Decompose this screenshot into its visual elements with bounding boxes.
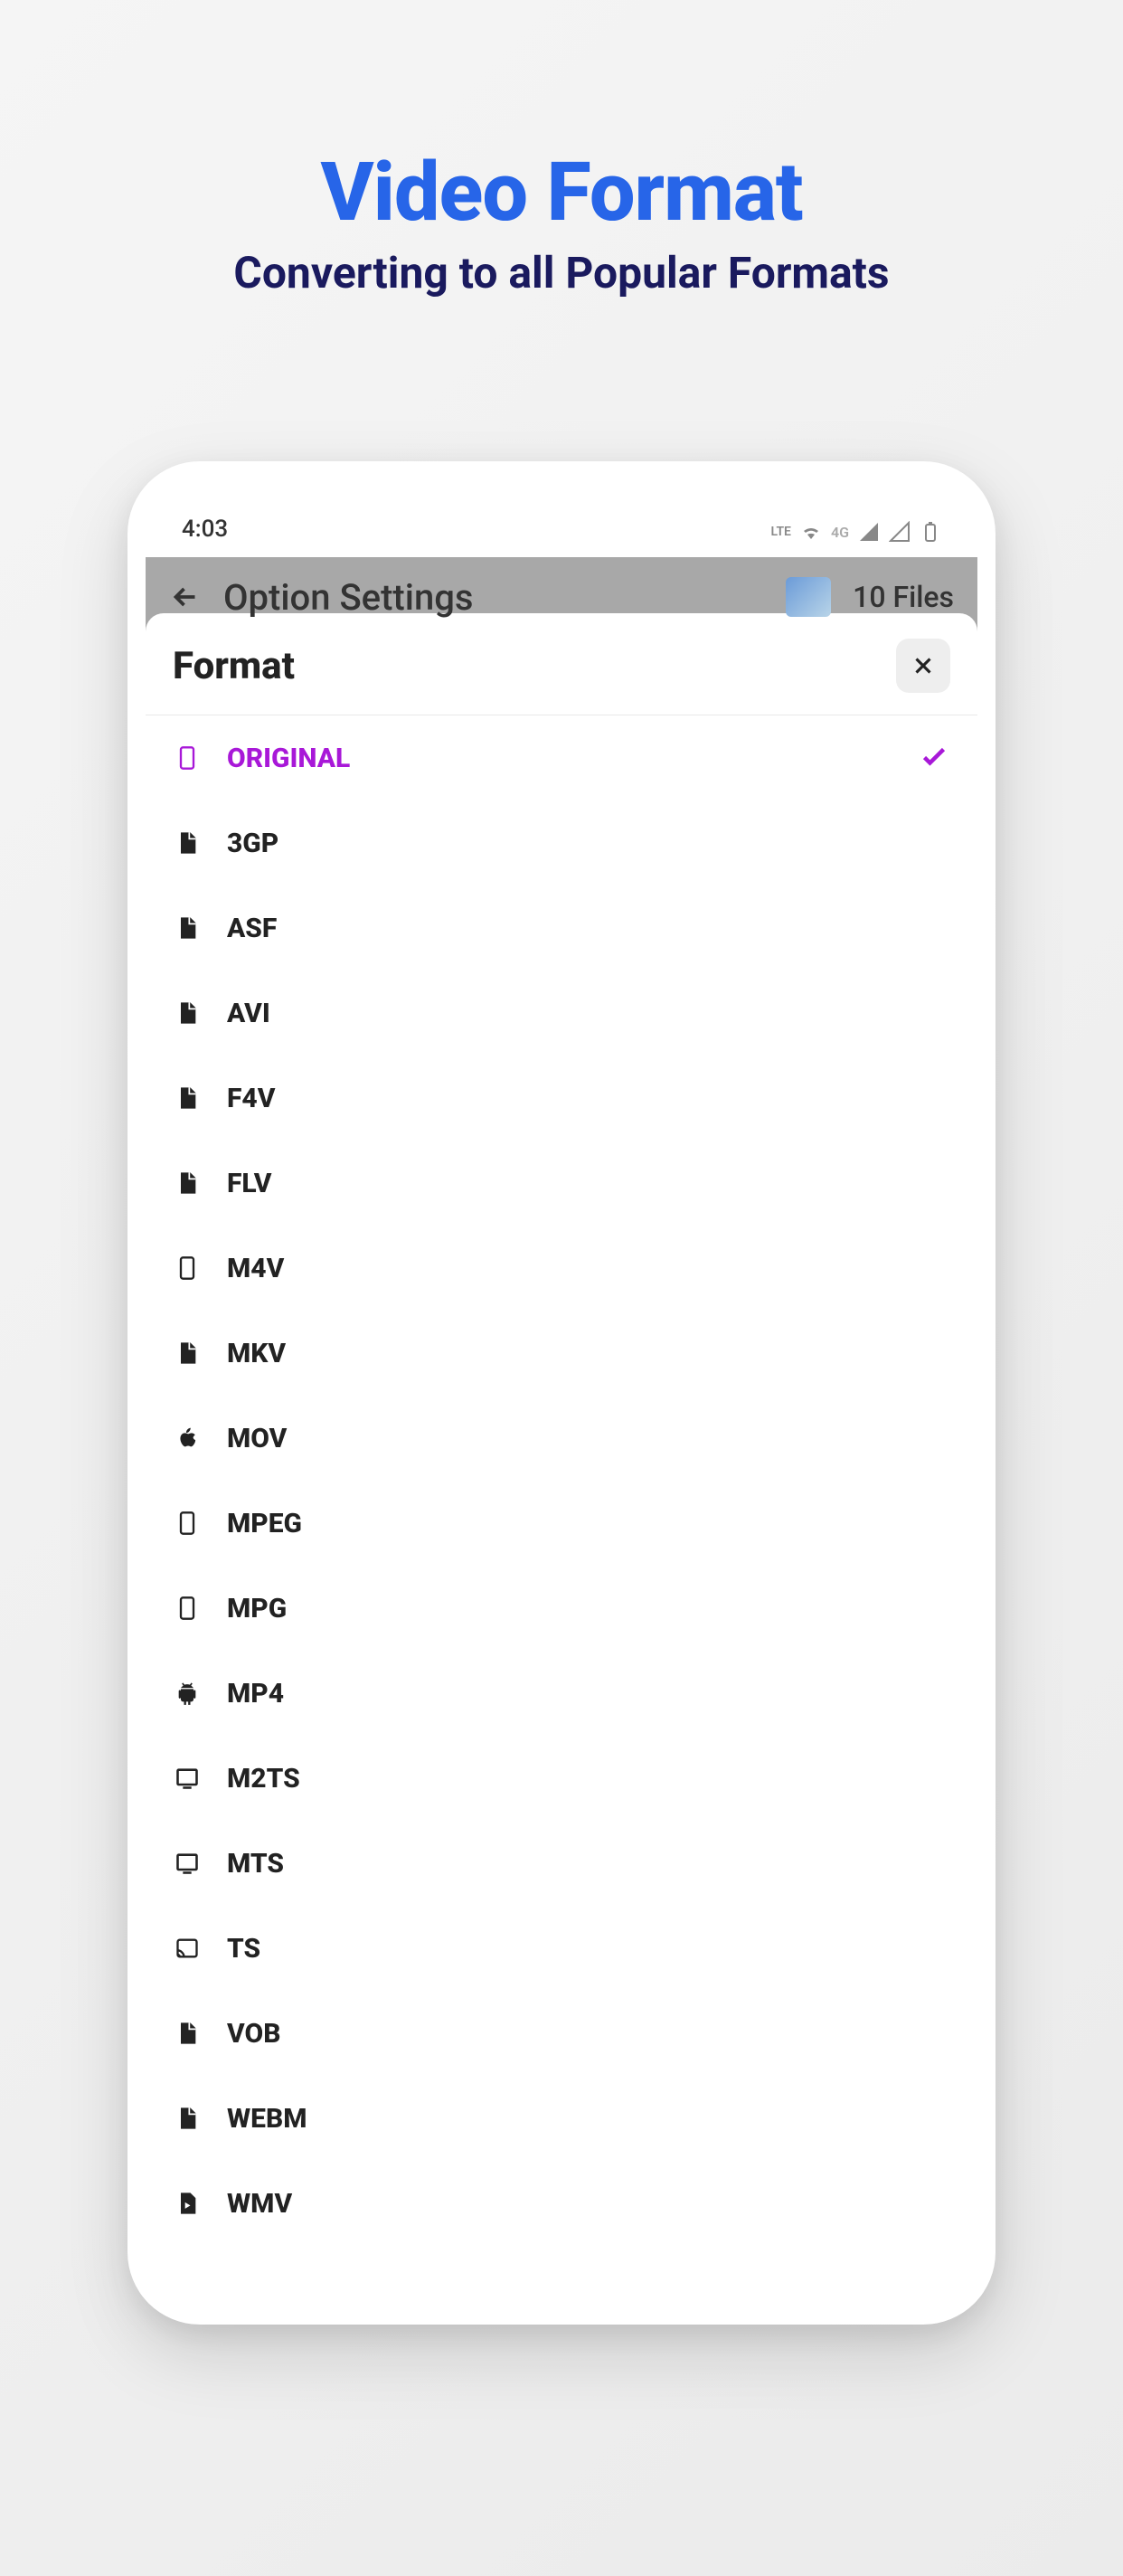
format-item-f4v[interactable]: F4V xyxy=(173,1056,950,1141)
file-vob-icon xyxy=(173,2019,202,2048)
file-f4v-icon xyxy=(173,1084,202,1113)
format-label: AVI xyxy=(227,998,950,1029)
phone-frame: 4:03 LTE 4G Option Settings 10 Files For… xyxy=(127,461,996,2325)
format-sheet: Format ORIGINAL 3GP ASF AVI F4V FLV M4V MKV MOV M… xyxy=(146,613,977,2306)
file-asf-icon xyxy=(173,914,202,942)
file-mkv-icon xyxy=(173,1339,202,1368)
status-bar: 4:03 LTE 4G xyxy=(146,496,977,546)
format-item-m2ts[interactable]: M2TS xyxy=(173,1736,950,1821)
format-label: ORIGINAL xyxy=(227,743,892,774)
lte-icon: LTE xyxy=(771,525,791,539)
format-item-mov[interactable]: MOV xyxy=(173,1396,950,1481)
format-label: 3GP xyxy=(227,828,950,859)
signal-icon-2 xyxy=(889,521,911,543)
file-webm-icon xyxy=(173,2104,202,2133)
format-item-asf[interactable]: ASF xyxy=(173,886,950,971)
phone-screen: 4:03 LTE 4G Option Settings 10 Files For… xyxy=(146,479,977,2306)
format-label: M4V xyxy=(227,1253,950,1284)
format-label: WMV xyxy=(227,2188,950,2220)
format-label: FLV xyxy=(227,1168,950,1199)
format-label: WEBM xyxy=(227,2103,950,2135)
format-label: VOB xyxy=(227,2018,950,2050)
format-item-mp4[interactable]: MP4 xyxy=(173,1651,950,1736)
format-item-3gp[interactable]: 3GP xyxy=(173,800,950,886)
phone-icon xyxy=(173,1594,202,1623)
signal-icon xyxy=(858,521,880,543)
apple-icon xyxy=(173,1424,202,1453)
format-item-original[interactable]: ORIGINAL xyxy=(173,715,950,800)
format-label: MPG xyxy=(227,1593,950,1624)
files-count: 10 Files xyxy=(853,580,954,614)
file-flv-icon xyxy=(173,1169,202,1198)
android-icon xyxy=(173,1679,202,1708)
format-item-m4v[interactable]: M4V xyxy=(173,1226,950,1311)
format-label: MPEG xyxy=(227,1508,950,1539)
header-title: Option Settings xyxy=(223,576,764,619)
status-right: LTE 4G xyxy=(771,521,942,543)
monitor-icon xyxy=(173,1764,202,1793)
format-item-avi[interactable]: AVI xyxy=(173,971,950,1056)
phone-icon xyxy=(173,743,202,772)
promo-subtitle: Converting to all Popular Formats xyxy=(0,247,1123,298)
format-label: TS xyxy=(227,1933,950,1965)
file-play-icon xyxy=(173,2189,202,2218)
sheet-header: Format xyxy=(146,613,977,715)
back-icon[interactable] xyxy=(169,581,202,613)
format-label: ASF xyxy=(227,913,950,944)
format-item-mts[interactable]: MTS xyxy=(173,1821,950,1906)
file-3gp-icon xyxy=(173,829,202,857)
status-time: 4:03 xyxy=(182,516,228,543)
phone-icon xyxy=(173,1254,202,1283)
close-button[interactable] xyxy=(896,639,950,693)
format-label: MOV xyxy=(227,1423,950,1454)
header-thumbnail[interactable] xyxy=(786,577,831,617)
format-item-webm[interactable]: WEBM xyxy=(173,2076,950,2161)
network-4g-icon: 4G xyxy=(831,524,849,541)
check-icon xyxy=(918,740,950,776)
format-item-wmv[interactable]: WMV xyxy=(173,2161,950,2246)
cast-icon xyxy=(173,1934,202,1963)
promo-title: Video Format xyxy=(0,145,1123,240)
format-label: M2TS xyxy=(227,1763,950,1795)
file-avi-icon xyxy=(173,999,202,1028)
format-label: MTS xyxy=(227,1848,950,1880)
monitor-icon xyxy=(173,1849,202,1878)
format-item-ts[interactable]: TS xyxy=(173,1906,950,1991)
format-list[interactable]: ORIGINAL 3GP ASF AVI F4V FLV M4V MKV MOV MPEG MPG M… xyxy=(146,715,977,2246)
format-item-mkv[interactable]: MKV xyxy=(173,1311,950,1396)
wifi-icon xyxy=(800,521,822,543)
sheet-title: Format xyxy=(173,644,295,688)
format-label: F4V xyxy=(227,1083,950,1114)
format-item-vob[interactable]: VOB xyxy=(173,1991,950,2076)
format-label: MKV xyxy=(227,1338,950,1369)
battery-icon xyxy=(920,521,941,543)
format-item-mpg[interactable]: MPG xyxy=(173,1566,950,1651)
format-label: MP4 xyxy=(227,1678,950,1709)
close-icon xyxy=(910,652,937,679)
phone-icon xyxy=(173,1509,202,1538)
format-item-mpeg[interactable]: MPEG xyxy=(173,1481,950,1566)
format-item-flv[interactable]: FLV xyxy=(173,1141,950,1226)
